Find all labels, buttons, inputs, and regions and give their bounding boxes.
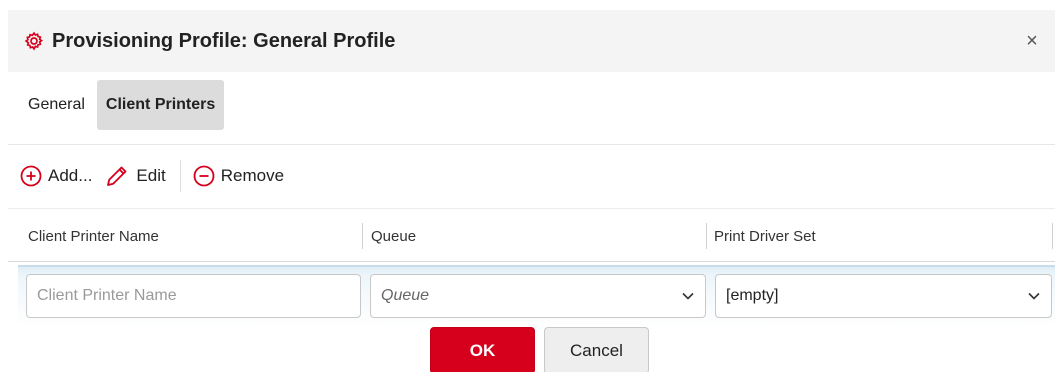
print-driver-set-select[interactable]: [empty]	[715, 274, 1052, 318]
add-button-label: Add...	[48, 165, 93, 185]
remove-button[interactable]: Remove	[189, 165, 288, 187]
client-printer-name-input[interactable]	[37, 287, 350, 305]
column-header-client-printer-name[interactable]: Client Printer Name	[28, 209, 159, 263]
queue-select[interactable]: Queue	[370, 274, 706, 318]
column-resize-handle[interactable]	[706, 223, 707, 249]
remove-button-label: Remove	[220, 165, 285, 185]
column-header-queue[interactable]: Queue	[371, 209, 416, 263]
chevron-down-icon	[681, 289, 695, 303]
minus-circle-icon	[193, 165, 215, 187]
close-icon[interactable]: ×	[1019, 28, 1045, 54]
print-driver-set-value: [empty]	[726, 287, 779, 304]
tab-general[interactable]: General	[20, 80, 93, 130]
tab-bar: General Client Printers	[20, 80, 225, 130]
cancel-button[interactable]: Cancel	[544, 327, 649, 372]
gear-icon	[24, 31, 44, 51]
dialog-title: Provisioning Profile: General Profile	[52, 29, 396, 52]
column-resize-handle[interactable]	[362, 223, 363, 249]
edit-button-label: Edit	[136, 165, 166, 185]
column-resize-handle[interactable]	[1052, 223, 1053, 249]
chevron-down-icon	[1027, 289, 1041, 303]
dialog-header: Provisioning Profile: General Profile ×	[8, 10, 1055, 72]
edit-button[interactable]: Edit	[100, 165, 169, 187]
toolbar-divider	[179, 159, 181, 192]
queue-select-value: Queue	[381, 287, 430, 304]
client-printer-name-field[interactable]	[26, 274, 361, 318]
edit-row: Queue [empty] OK Cancel	[18, 265, 1055, 372]
tab-client-printers[interactable]: Client Printers	[96, 80, 225, 130]
provisioning-profile-dialog: Provisioning Profile: General Profile × …	[0, 0, 1055, 372]
add-button[interactable]: Add...	[16, 165, 96, 187]
plus-circle-icon	[20, 165, 42, 187]
toolbar: Add... Edit Remove	[8, 144, 1055, 206]
table-header: Client Printer Name Queue Print Driver S…	[8, 208, 1055, 262]
ok-button[interactable]: OK	[430, 327, 535, 372]
column-header-print-driver-set[interactable]: Print Driver Set	[714, 209, 816, 263]
pencil-icon	[104, 165, 130, 187]
